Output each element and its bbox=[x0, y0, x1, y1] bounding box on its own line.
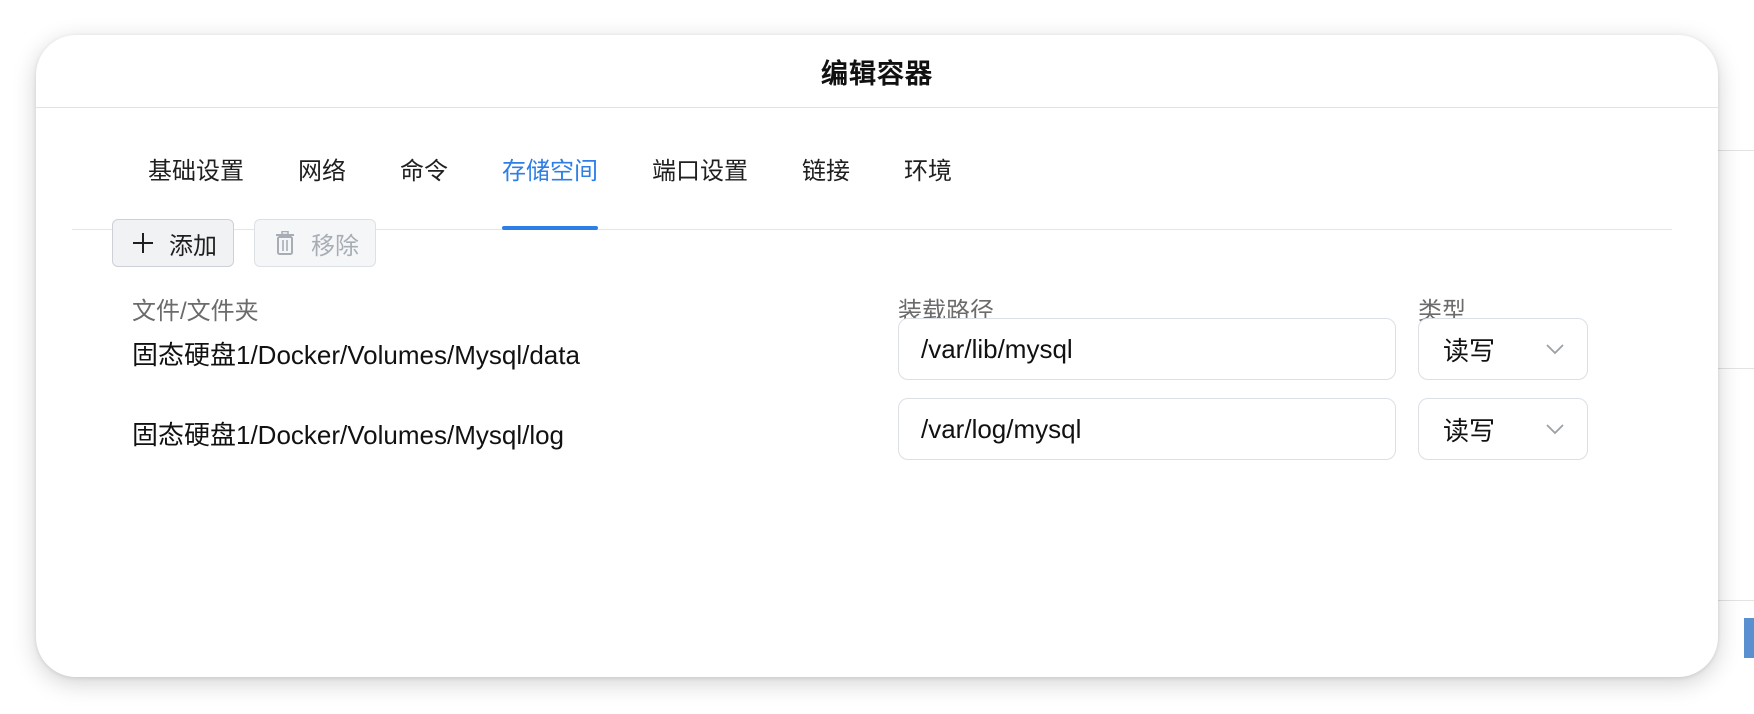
row-file-path: 固态硬盘1/Docker/Volumes/Mysql/log bbox=[132, 420, 565, 450]
type-select-value: 读写 bbox=[1443, 415, 1496, 446]
dialog-title: 编辑容器 bbox=[821, 58, 933, 89]
tab-links[interactable]: 链接 bbox=[802, 108, 850, 229]
type-select[interactable]: 读写 bbox=[1418, 318, 1588, 380]
tab-storage[interactable]: 存储空间 bbox=[502, 108, 598, 230]
trash-icon bbox=[273, 231, 297, 255]
tab-bar: 基础设置 网络 命令 存储空间 端口设置 链接 环境 bbox=[72, 108, 1672, 230]
add-button[interactable]: 添加 bbox=[112, 219, 234, 267]
add-button-label: 添加 bbox=[169, 232, 217, 260]
tab-network[interactable]: 网络 bbox=[298, 108, 346, 229]
screen: 编辑容器 基础设置 网络 命令 存储空间 端口设置 链接 环境 添加 移除 文件… bbox=[0, 0, 1754, 714]
chevron-down-icon bbox=[1546, 424, 1564, 435]
type-select[interactable]: 读写 bbox=[1418, 398, 1588, 460]
dialog-header: 编辑容器 bbox=[36, 35, 1718, 108]
tab-port-settings[interactable]: 端口设置 bbox=[652, 108, 748, 229]
background-accent bbox=[1744, 618, 1754, 658]
mount-path-value: /var/lib/mysql bbox=[921, 333, 1073, 364]
remove-button-label: 移除 bbox=[311, 232, 359, 260]
mount-path-input[interactable]: /var/lib/mysql bbox=[898, 318, 1396, 380]
tab-command[interactable]: 命令 bbox=[400, 108, 448, 229]
row-file-path: 固态硬盘1/Docker/Volumes/Mysql/data bbox=[132, 340, 580, 370]
tab-basic-settings[interactable]: 基础设置 bbox=[148, 108, 244, 229]
tab-environment[interactable]: 环境 bbox=[904, 108, 952, 229]
mount-path-value: /var/log/mysql bbox=[921, 413, 1082, 444]
plus-icon bbox=[131, 231, 155, 255]
chevron-down-icon bbox=[1546, 344, 1564, 355]
remove-button[interactable]: 移除 bbox=[254, 219, 376, 267]
type-select-value: 读写 bbox=[1443, 335, 1496, 366]
column-header-file: 文件/文件夹 bbox=[132, 298, 259, 325]
mount-path-input[interactable]: /var/log/mysql bbox=[898, 398, 1396, 460]
edit-container-dialog: 编辑容器 基础设置 网络 命令 存储空间 端口设置 链接 环境 添加 移除 文件… bbox=[36, 35, 1718, 677]
